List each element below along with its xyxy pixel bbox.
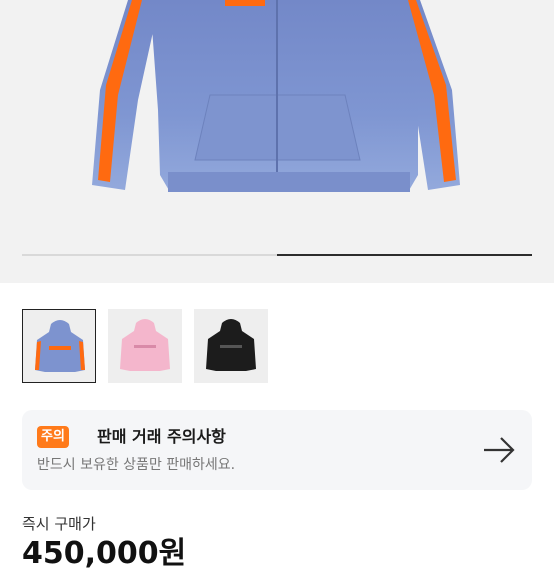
hoodie-image [92,0,460,192]
thumbnail-pink-hoodie[interactable] [108,309,182,383]
notice-subtitle: 반드시 보유한 상품만 판매하세요. [37,457,236,473]
hoodie-thumb-icon [194,309,268,383]
hoodie-thumb-icon [108,309,182,383]
price-label: 즉시 구매가 [22,515,96,533]
arrow-right-icon[interactable] [482,434,516,466]
thumbnail-blue-hoodie[interactable] [22,309,96,383]
thumbnail-black-hoodie[interactable] [194,309,268,383]
carousel-progress-track [22,254,532,256]
price-value: 450,000원 [22,536,187,571]
product-image-area [0,0,554,283]
caution-badge: 주의 [37,426,69,448]
hoodie-thumb-icon [23,310,95,382]
sales-notice-banner[interactable]: 주의 판매 거래 주의사항 반드시 보유한 상품만 판매하세요. [22,410,532,490]
notice-title: 판매 거래 주의사항 [97,427,226,446]
carousel-progress-fill [277,254,532,256]
